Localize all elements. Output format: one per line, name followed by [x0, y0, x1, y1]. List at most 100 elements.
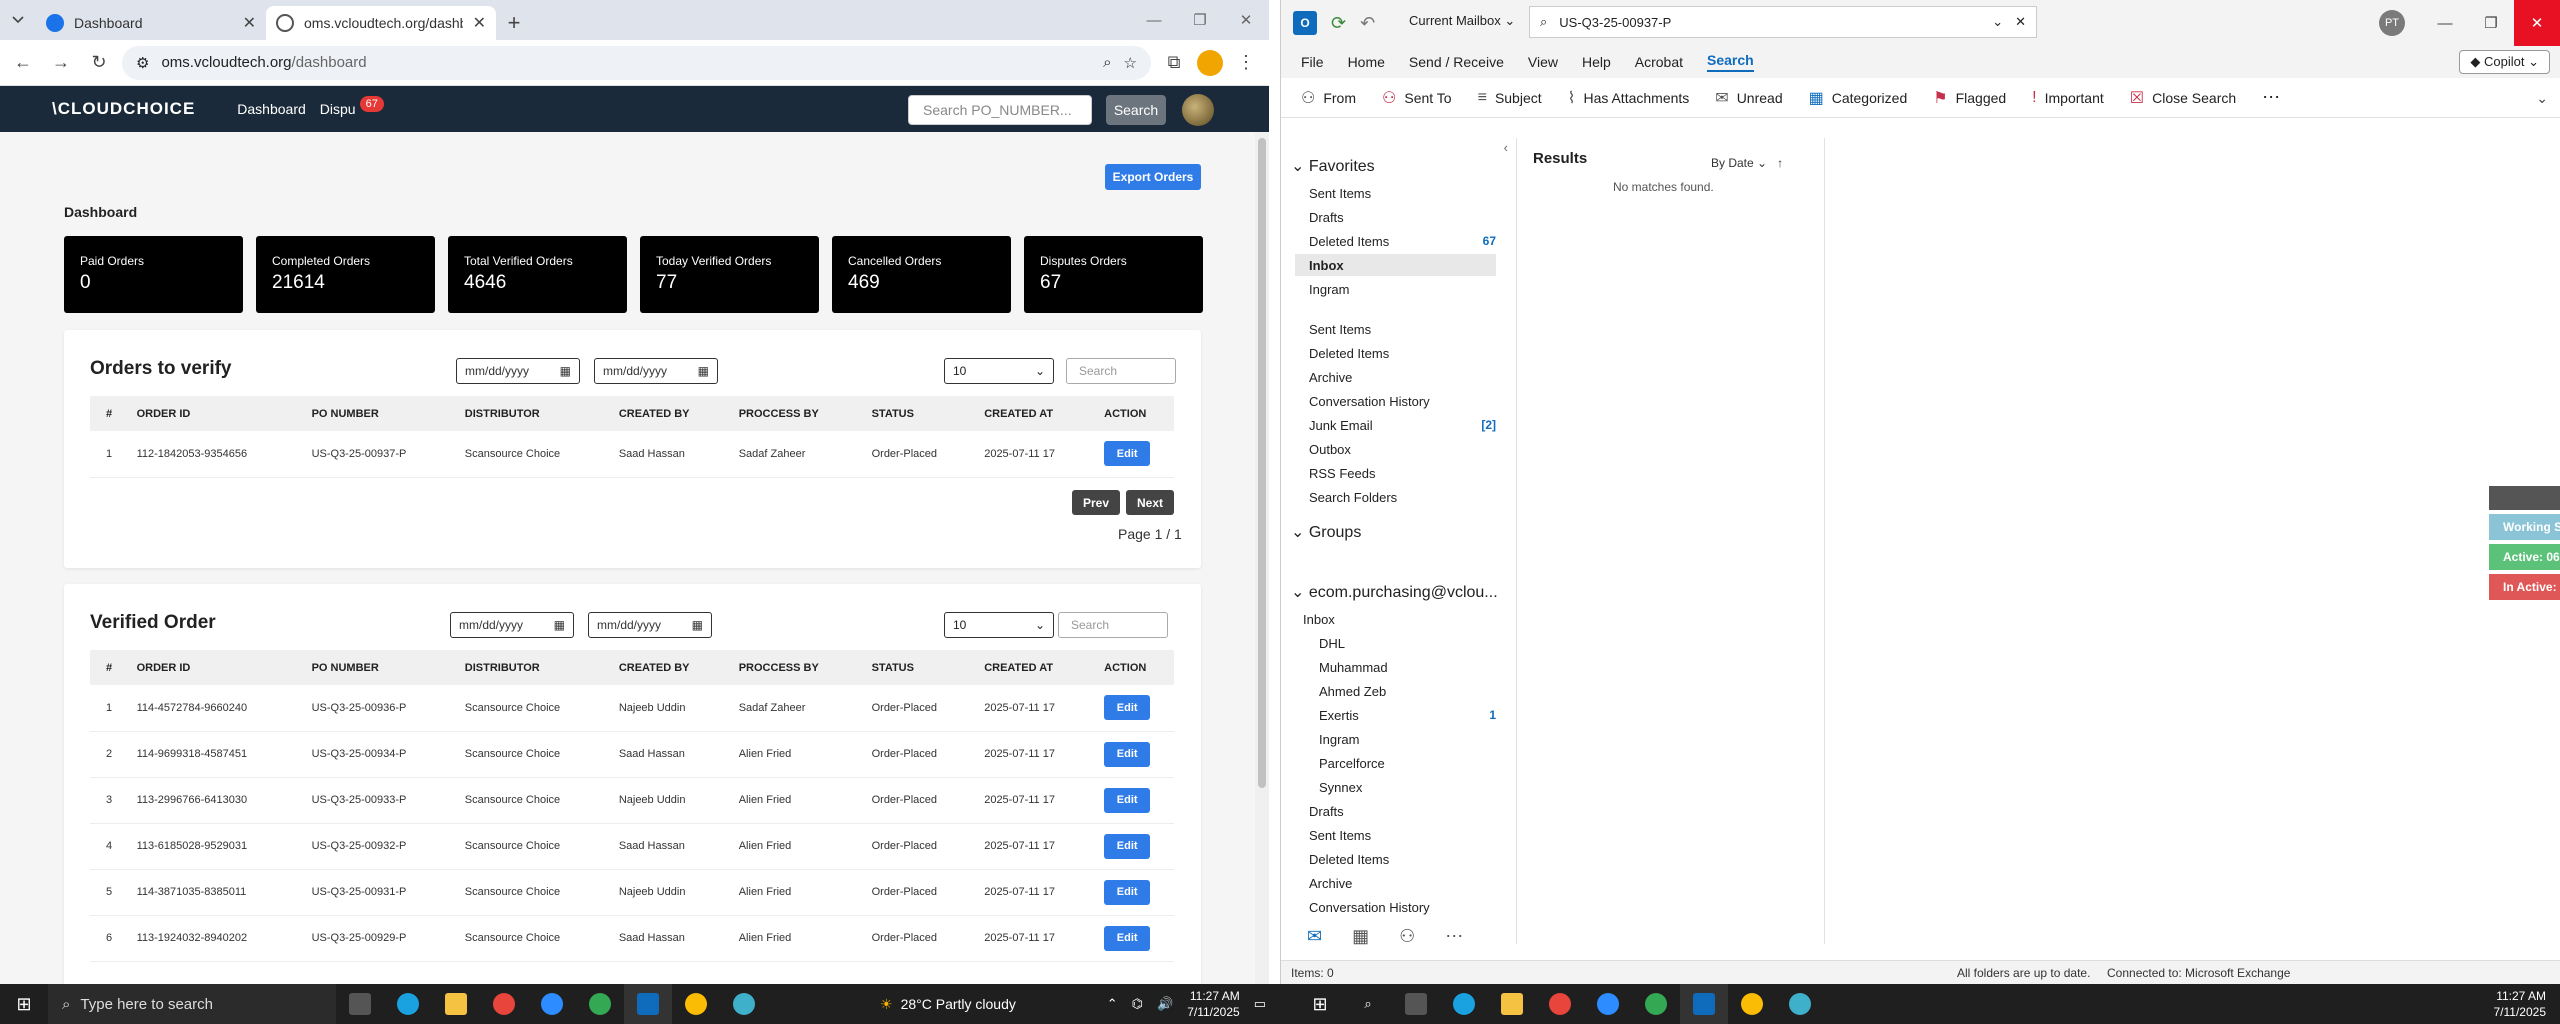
page-size-select[interactable]: 10 ⌄ [944, 358, 1054, 384]
page-size-select[interactable]: 10 ⌄ [944, 612, 1054, 638]
edit-button[interactable]: Edit [1104, 879, 1151, 905]
site-info-icon[interactable]: ⚙ [136, 54, 149, 72]
menu-help[interactable]: Help [1582, 54, 1611, 70]
people-icon[interactable]: ⚇ [1399, 926, 1415, 947]
stat-card[interactable]: Completed Orders 21614 [256, 236, 435, 313]
kebab-menu-icon[interactable]: ⋮ [1231, 48, 1261, 78]
column-header[interactable]: STATUS [855, 396, 969, 431]
nav-disputes-link[interactable]: Dispu [320, 101, 356, 117]
ribbon-important-button[interactable]: ! Important [2032, 89, 2104, 107]
taskbar-search[interactable]: ⌕ Type here to search [48, 984, 336, 1024]
search-icon[interactable]: ⌕ [1344, 984, 1392, 1024]
menu-send-receive[interactable]: Send / Receive [1409, 54, 1504, 70]
mail-icon[interactable]: ✉ [1307, 926, 1322, 947]
user-avatar[interactable] [1182, 94, 1214, 126]
outlook-search-box[interactable]: ⌕ US-Q3-25-00937-P ⌄ ✕ [1529, 6, 2037, 38]
extensions-icon[interactable]: ⧉ [1159, 48, 1189, 78]
more-apps-icon[interactable]: ⋯ [1445, 926, 1463, 947]
ribbon-unread-button[interactable]: ✉ Unread [1715, 88, 1782, 108]
outlook-app-icon[interactable] [624, 984, 672, 1024]
app-icon[interactable] [720, 984, 768, 1024]
from-date-input[interactable]: mm/dd/yyyy ▦ [456, 358, 580, 384]
minimize-icon[interactable]: — [1131, 0, 1177, 40]
file-explorer-icon[interactable] [1488, 984, 1536, 1024]
undo-icon[interactable]: ↶ [1360, 13, 1375, 34]
folder-item[interactable]: Deleted Items [1309, 342, 1496, 364]
subfolder-item[interactable]: Ingram [1319, 728, 1496, 750]
calendar-icon[interactable]: ▦ [1352, 926, 1369, 947]
zoom-icon[interactable]: ⌕ [1103, 54, 1111, 71]
restore-icon[interactable]: ❐ [2468, 0, 2514, 46]
menu-view[interactable]: View [1528, 54, 1558, 70]
chrome-icon[interactable] [672, 984, 720, 1024]
ribbon-categorized-button[interactable]: ▦ Categorized [1809, 88, 1908, 108]
chrome-icon[interactable] [1536, 984, 1584, 1024]
send-receive-icon[interactable]: ⟳ [1331, 13, 1346, 34]
folder-item[interactable]: Conversation History [1309, 390, 1496, 412]
edit-button[interactable]: Edit [1104, 833, 1151, 859]
column-header[interactable]: CREATED AT [968, 650, 1089, 685]
next-page-button[interactable]: Next [1126, 490, 1174, 515]
folder-item[interactable]: Archive [1309, 872, 1496, 894]
windows-start-icon[interactable]: ⊞ [1296, 994, 1344, 1015]
column-header[interactable]: STATUS [855, 650, 969, 685]
zoom-app-icon[interactable] [528, 984, 576, 1024]
cloudchoice-logo[interactable]: \CLOUDCHOICE [52, 99, 195, 119]
search-scope-dropdown[interactable]: Current Mailbox ⌄ [1409, 13, 1515, 29]
weather-widget[interactable]: ☀ 28°C Partly cloudy [880, 996, 1016, 1013]
chrome-icon[interactable] [1728, 984, 1776, 1024]
address-bar[interactable]: ⚙ oms.vcloudtech.org/dashboard ⌕ ☆ [122, 45, 1151, 80]
menu-acrobat[interactable]: Acrobat [1635, 54, 1683, 70]
ribbon-close-search-button[interactable]: ☒ Close Search [2130, 88, 2236, 108]
task-view-icon[interactable] [1392, 984, 1440, 1024]
outlook-app-icon[interactable] [1680, 984, 1728, 1024]
windows-start-icon[interactable]: ⊞ [0, 994, 48, 1015]
profile-extension-icon[interactable] [1197, 49, 1223, 76]
copilot-button[interactable]: ◆ Copilot ⌄ [2459, 50, 2550, 74]
groups-header[interactable]: ⌄ Groups [1291, 522, 1361, 542]
edit-button[interactable]: Edit [1104, 925, 1151, 951]
folder-item[interactable]: Junk Email [2] [1309, 414, 1496, 436]
subfolder-item[interactable]: Muhammad [1319, 656, 1496, 678]
close-tab-icon[interactable]: ✕ [243, 13, 256, 33]
to-date-input[interactable]: mm/dd/yyyy ▦ [594, 358, 718, 384]
stat-card[interactable]: Today Verified Orders 77 [640, 236, 819, 313]
chevron-icon[interactable]: ⌄ [1291, 158, 1309, 175]
column-header[interactable]: ACTION [1088, 650, 1174, 685]
chevron-icon[interactable]: ⌄ [1291, 584, 1309, 601]
subfolder-item[interactable]: Parcelforce [1319, 752, 1496, 774]
tab-search-button[interactable] [0, 0, 36, 40]
close-icon[interactable]: ✕ [1223, 0, 1269, 40]
subfolder-item[interactable]: DHL [1319, 632, 1496, 654]
column-header[interactable]: PO NUMBER [295, 396, 449, 431]
clock[interactable]: 11:27 AM 7/11/2025 [1187, 988, 1240, 1020]
chevron-down-icon[interactable]: ⌄ [2536, 90, 2548, 107]
column-header[interactable]: PO NUMBER [295, 650, 449, 685]
forward-arrow-icon[interactable]: → [46, 48, 76, 78]
nav-dashboard-link[interactable]: Dashboard [237, 101, 306, 117]
po-search-input[interactable]: Search PO_NUMBER... [908, 95, 1092, 125]
column-header[interactable]: ORDER ID [120, 650, 296, 685]
folder-item[interactable]: Inbox [1295, 254, 1496, 276]
clear-search-icon[interactable]: ✕ [2015, 14, 2026, 30]
folder-item[interactable]: Sent Items [1309, 824, 1496, 846]
subfolder-item[interactable]: Synnex [1319, 776, 1496, 798]
folder-item[interactable]: Deleted Items [1309, 848, 1496, 870]
column-header[interactable]: # [90, 396, 121, 431]
edit-button[interactable]: Edit [1104, 695, 1151, 721]
collapse-pane-icon[interactable]: ‹ [1504, 140, 1508, 155]
folder-item[interactable]: RSS Feeds [1309, 462, 1496, 484]
task-view-icon[interactable] [336, 984, 384, 1024]
chevron-icon[interactable]: ⌄ [1291, 524, 1309, 541]
prev-page-button[interactable]: Prev [1072, 490, 1120, 515]
network-icon[interactable]: ⌬ [1132, 996, 1143, 1012]
column-header[interactable]: DISTRIBUTOR [448, 396, 603, 431]
browser-tab-oms[interactable]: oms.vcloudtech.org/dashboard ✕ [266, 6, 496, 40]
restore-icon[interactable]: ❐ [1177, 0, 1223, 40]
folder-item[interactable]: Sent Items [1309, 318, 1496, 340]
flyout-status-item[interactable]: Active: 06 [2489, 544, 2560, 570]
account-avatar[interactable]: PT [2379, 10, 2405, 36]
menu-file[interactable]: File [1301, 54, 1324, 70]
ribbon-has-attachments-button[interactable]: ⌇ Has Attachments [1568, 88, 1690, 108]
ribbon-from-button[interactable]: ⚇ From [1301, 88, 1356, 108]
